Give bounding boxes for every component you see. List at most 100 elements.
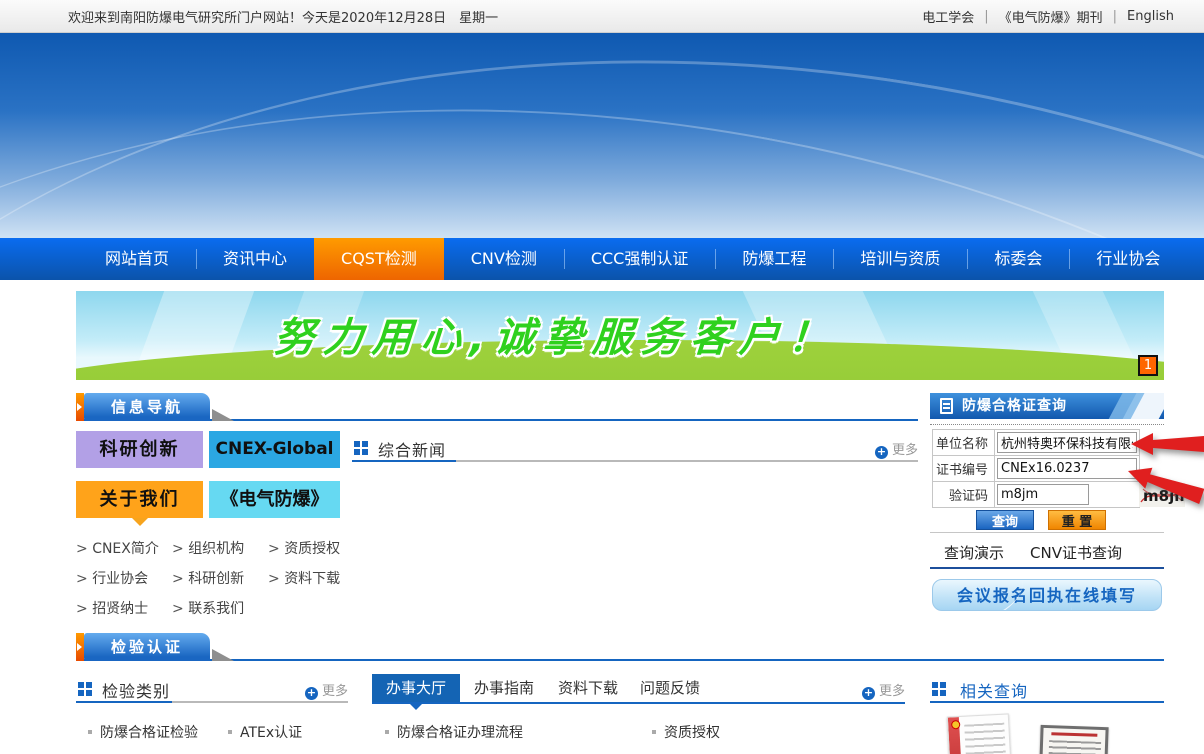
red-arrow-company-field [1131,433,1204,455]
nav-item-engineering[interactable]: 防爆工程 [715,238,833,280]
tab-feedback[interactable]: 问题反馈 [640,674,700,702]
sidebar-link-contact[interactable]: 联系我们 [172,594,268,624]
plus-icon [862,687,875,700]
sidebar-link-downloads[interactable]: 资料下载 [268,564,364,594]
cert-query-header: 防爆合格证查询 [930,393,1164,419]
button-research-innovation[interactable]: 科研创新 [76,431,203,468]
nav-item-cqst[interactable]: CQST检测 [314,238,444,280]
fold-decoration [212,409,234,421]
section-title-info-nav: 信息导航 [84,393,210,421]
item-qualification-auth[interactable]: 资质授权 [652,722,720,742]
item-atex-certification[interactable]: ATEx认证 [228,722,302,742]
cert-query-panel: 防爆合格证查询 单位名称 证书编号 验证码 m8jm [930,393,1164,419]
category-title: 检验类别 [102,678,170,702]
service-more-link[interactable]: 更多 [862,680,905,700]
divider: | [984,9,988,24]
nav-item-cnv[interactable]: CNV检测 [444,238,564,280]
tab-service-hall[interactable]: 办事大厅 [372,674,460,702]
service-items: 防爆合格证办理流程 资质授权 [385,722,905,742]
reset-button[interactable]: 重 置 [1048,510,1106,530]
meeting-signup-button[interactable]: 会议报名回执在线填写 [932,579,1162,611]
sidebar-link-recruit[interactable]: 招贤纳士 [76,594,172,624]
button-journal[interactable]: 《电气防爆》 [209,481,340,518]
divider [930,567,1164,569]
news-title: 综合新闻 [378,437,446,461]
cert-query-title: 防爆合格证查询 [962,398,1067,414]
form-row-captcha: 验证码 m8jm [933,482,1140,508]
sidebar-link-qualification[interactable]: 资质授权 [268,534,364,564]
nav-item-home[interactable]: 网站首页 [78,238,196,280]
sidebar-link-list: CNEX简介 组织机构 资质授权 行业协会 科研创新 资料下载 招贤纳士 联系我… [76,534,376,624]
category-section-header: 检验类别 更多 [76,676,348,703]
cert-query-form: 单位名称 证书编号 验证码 m8jm [932,429,1140,508]
accent-bar-icon [76,393,84,421]
thumbnail-text-lines [964,723,1006,754]
captcha-input[interactable] [997,484,1089,505]
cert-no-input[interactable] [997,458,1137,479]
section-strip-inspection: 检验认证 [76,633,1164,661]
form-row-cert-no: 证书编号 [933,456,1140,482]
plus-icon [305,687,318,700]
welcome-text: 欢迎来到南阳防爆电气研究所门户网站！今天是2020年12月28日 星期一 [68,7,498,26]
main-nav: 网站首页 资讯中心 CQST检测 CNV检测 CCC强制认证 防爆工程 培训与资… [0,238,1204,280]
related-title: 相关查询 [960,678,1028,702]
tab-service-guide[interactable]: 办事指南 [474,674,534,702]
section-title-inspection: 检验认证 [84,633,210,661]
grid-icon [354,441,360,447]
divider: | [1113,9,1117,24]
carousel-page-badge[interactable]: 1 [1138,355,1158,376]
button-about-us[interactable]: 关于我们 [76,481,203,518]
promo-banner[interactable]: 努力用心,诚挚服务客户！ 1 [76,291,1164,380]
certificate-icon [940,398,953,414]
link-english[interactable]: English [1127,9,1174,24]
link-journal[interactable]: 《电气防爆》期刊 [999,7,1103,26]
query-demo-link[interactable]: 查询演示 [944,542,1004,563]
query-button[interactable]: 查询 [976,510,1034,530]
svg-text:m8jm: m8jm [1143,487,1185,505]
sidebar-link-research[interactable]: 科研创新 [172,564,268,594]
link-electro-society[interactable]: 电工学会 [922,7,974,26]
related-section-header: 相关查询 [930,676,1164,703]
dotted-divider [930,424,1164,425]
category-more-link[interactable]: 更多 [305,680,348,700]
cert-no-label: 证书编号 [933,456,995,482]
tab-downloads[interactable]: 资料下载 [558,674,618,702]
service-tabs: 办事大厅 办事指南 资料下载 问题反馈 更多 [372,674,905,704]
certificate-thumbnail-2[interactable] [1039,725,1108,754]
sidebar-link-association[interactable]: 行业协会 [76,564,172,594]
underline-accent [352,460,456,462]
topbar-links: 电工学会 | 《电气防爆》期刊 | English [922,7,1174,26]
divider [930,532,1164,533]
sidebar-link-cnex-intro[interactable]: CNEX简介 [76,534,172,564]
cnv-cert-query-link[interactable]: CNV证书查询 [1030,542,1122,563]
section-strip-info-nav: 信息导航 [76,393,918,421]
form-buttons: 查询 重 置 [930,510,1164,532]
nav-item-training[interactable]: 培训与资质 [833,238,967,280]
accent-bar-icon [76,633,84,661]
news-more-link[interactable]: 更多 [875,439,918,459]
nav-item-ccc[interactable]: CCC强制认证 [564,238,716,280]
captcha-image: m8jm [1139,483,1185,507]
form-row-company: 单位名称 [933,430,1140,456]
thumbnail-text-lines [1048,740,1101,754]
nav-item-committee[interactable]: 标委会 [967,238,1069,280]
nav-item-news-center[interactable]: 资讯中心 [196,238,314,280]
banner-slogan: 努力用心,诚挚服务客户！ [76,305,1038,363]
button-cnex-global[interactable]: CNEX-Global [209,431,340,468]
grid-icon [932,682,938,688]
certificate-thumbnail-1[interactable] [947,713,1011,754]
sidebar-link-organization[interactable]: 组织机构 [172,534,268,564]
plus-icon [875,446,888,459]
item-explosion-cert-inspection[interactable]: 防爆合格证检验 [88,725,198,741]
thumbnail-title-line [1051,732,1097,737]
company-name-input[interactable] [997,432,1137,453]
grid-icon [78,682,84,688]
item-cert-process[interactable]: 防爆合格证办理流程 [385,725,523,741]
news-section-header: 综合新闻 更多 [352,435,918,462]
fold-decoration [212,649,234,661]
category-items: 防爆合格证检验 ATEx认证 [88,722,368,742]
company-name-label: 单位名称 [933,430,995,456]
page: 欢迎来到南阳防爆电气研究所门户网站！今天是2020年12月28日 星期一 电工学… [0,0,1204,754]
masthead-banner [0,33,1204,238]
nav-item-association[interactable]: 行业协会 [1069,238,1187,280]
